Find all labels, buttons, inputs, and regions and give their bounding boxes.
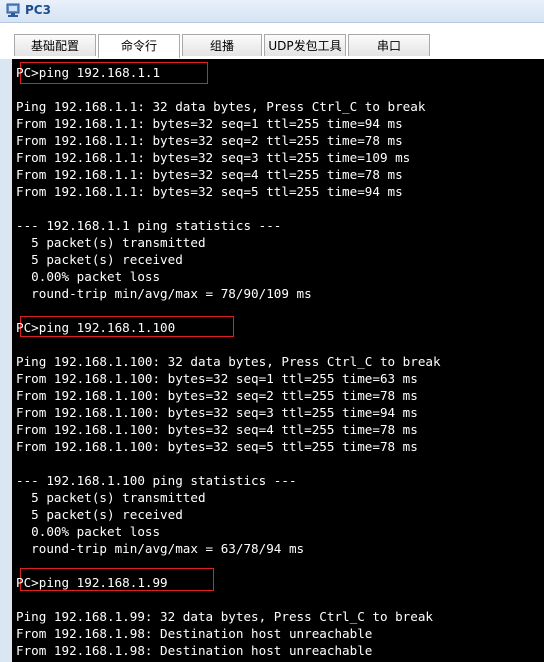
terminal-line: From 192.168.1.98: Destination host unre…: [16, 626, 373, 641]
terminal-line: 0.00% packet loss: [16, 524, 161, 539]
window-title: PC3: [25, 3, 51, 17]
terminal-line: round-trip min/avg/max = 63/78/94 ms: [16, 541, 305, 556]
window-titlebar: PC3: [0, 0, 544, 23]
terminal-line: 5 packet(s) received: [16, 507, 183, 522]
tab-basic-config[interactable]: 基础配置: [14, 34, 96, 56]
terminal-line: --- 192.168.1.1 ping statistics ---: [16, 218, 282, 233]
terminal-line: From 192.168.1.1: bytes=32 seq=3 ttl=255…: [16, 150, 411, 165]
terminal-line: From 192.168.1.100: bytes=32 seq=3 ttl=2…: [16, 405, 418, 420]
terminal-line: PC>ping 192.168.1.99: [16, 575, 168, 590]
terminal-line: From 192.168.1.1: bytes=32 seq=4 ttl=255…: [16, 167, 403, 182]
terminal-line: From 192.168.1.1: bytes=32 seq=1 ttl=255…: [16, 116, 403, 131]
terminal-line: PC>ping 192.168.1.1: [16, 65, 161, 80]
terminal-line: From 192.168.1.100: bytes=32 seq=5 ttl=2…: [16, 439, 418, 454]
terminal-line: From 192.168.1.1: bytes=32 seq=2 ttl=255…: [16, 133, 403, 148]
terminal-line: --- 192.168.1.100 ping statistics ---: [16, 473, 297, 488]
terminal-line: 0.00% packet loss: [16, 269, 161, 284]
terminal-line: PC>ping 192.168.1.100: [16, 320, 176, 335]
terminal-line: 5 packet(s) transmitted: [16, 235, 206, 250]
terminal-line: Ping 192.168.1.1: 32 data bytes, Press C…: [16, 99, 426, 114]
terminal-line: From 192.168.1.100: bytes=32 seq=2 ttl=2…: [16, 388, 418, 403]
terminal-line: 5 packet(s) received: [16, 252, 183, 267]
tab-multicast[interactable]: 组播: [182, 34, 262, 56]
terminal-line: From 192.168.1.100: bytes=32 seq=1 ttl=2…: [16, 371, 418, 386]
tab-bar: 基础配置 命令行 组播 UDP发包工具 串口: [0, 23, 544, 59]
terminal-line: From 192.168.1.100: bytes=32 seq=4 ttl=2…: [16, 422, 418, 437]
pc-app-icon: [4, 3, 22, 19]
command-line-terminal[interactable]: PC>ping 192.168.1.1 Ping 192.168.1.1: 32 …: [12, 59, 544, 662]
terminal-line: 5 packet(s) transmitted: [16, 490, 206, 505]
terminal-line: round-trip min/avg/max = 78/90/109 ms: [16, 286, 312, 301]
terminal-line: Ping 192.168.1.99: 32 data bytes, Press …: [16, 609, 434, 624]
tab-serial-port[interactable]: 串口: [348, 34, 430, 56]
terminal-line: From 192.168.1.98: Destination host unre…: [16, 643, 373, 658]
tab-udp-tool[interactable]: UDP发包工具: [264, 34, 346, 56]
terminal-line: From 192.168.1.1: bytes=32 seq=5 ttl=255…: [16, 184, 403, 199]
terminal-line: Ping 192.168.1.100: 32 data bytes, Press…: [16, 354, 441, 369]
tab-command-line[interactable]: 命令行: [98, 34, 180, 58]
